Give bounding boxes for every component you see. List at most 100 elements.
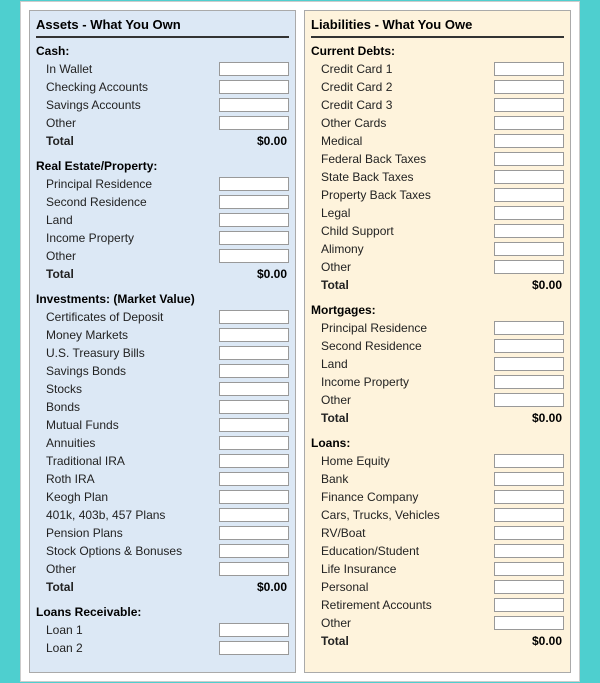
row-input-field[interactable] [219, 472, 289, 486]
row-input-field[interactable] [494, 544, 564, 558]
row-label: Education/Student [311, 544, 494, 558]
row-label: Bank [311, 472, 494, 486]
assets-header: Assets - What You Own [36, 17, 289, 38]
row-item: Bonds [36, 399, 289, 415]
row-input-field[interactable] [219, 364, 289, 378]
row-input-field[interactable] [494, 490, 564, 504]
row-item: Stock Options & Bonuses [36, 543, 289, 559]
row-input-field[interactable] [494, 260, 564, 274]
row-input-field[interactable] [494, 375, 564, 389]
section-2: Loans:Home EquityBankFinance CompanyCars… [311, 436, 564, 649]
row-input-field[interactable] [219, 80, 289, 94]
row-label: Savings Accounts [36, 98, 219, 112]
row-input-field[interactable] [494, 508, 564, 522]
row-item: Personal [311, 579, 564, 595]
row-input-field[interactable] [219, 454, 289, 468]
row-label: Property Back Taxes [311, 188, 494, 202]
row-input-field[interactable] [494, 454, 564, 468]
row-label: Pension Plans [36, 526, 219, 540]
total-value: $0.00 [219, 267, 289, 281]
row-input-field[interactable] [219, 508, 289, 522]
row-input-field[interactable] [219, 562, 289, 576]
row-item: Checking Accounts [36, 79, 289, 95]
row-input-field[interactable] [494, 393, 564, 407]
row-input-field[interactable] [219, 213, 289, 227]
row-item: Other [311, 259, 564, 275]
row-item: Savings Bonds [36, 363, 289, 379]
row-input-field[interactable] [494, 206, 564, 220]
row-item: Savings Accounts [36, 97, 289, 113]
row-input-field[interactable] [494, 80, 564, 94]
row-item: Money Markets [36, 327, 289, 343]
section-title-0: Current Debts: [311, 44, 564, 58]
row-input-field[interactable] [494, 62, 564, 76]
row-input-field[interactable] [219, 623, 289, 637]
row-input-field[interactable] [494, 98, 564, 112]
row-input-field[interactable] [219, 62, 289, 76]
section-1: Real Estate/Property:Principal Residence… [36, 159, 289, 282]
row-label: Personal [311, 580, 494, 594]
row-input-field[interactable] [494, 321, 564, 335]
row-item: Stocks [36, 381, 289, 397]
row-label: Principal Residence [311, 321, 494, 335]
row-label: Roth IRA [36, 472, 219, 486]
section-title-2: Loans: [311, 436, 564, 450]
section-0: Cash:In WalletChecking AccountsSavings A… [36, 44, 289, 149]
row-input-field[interactable] [219, 310, 289, 324]
row-item: Traditional IRA [36, 453, 289, 469]
row-input-field[interactable] [494, 580, 564, 594]
row-label: Bonds [36, 400, 219, 414]
row-label: Other [311, 616, 494, 630]
row-input-field[interactable] [494, 134, 564, 148]
row-item: Land [36, 212, 289, 228]
row-input-field[interactable] [494, 357, 564, 371]
row-item: Second Residence [36, 194, 289, 210]
row-item: Bank [311, 471, 564, 487]
row-input-field[interactable] [494, 598, 564, 612]
row-input-field[interactable] [494, 152, 564, 166]
row-label: Loan 2 [36, 641, 219, 655]
row-input-field[interactable] [494, 188, 564, 202]
row-item: Second Residence [311, 338, 564, 354]
row-input-field[interactable] [494, 224, 564, 238]
row-label: Total [36, 580, 219, 594]
row-label: Stocks [36, 382, 219, 396]
row-item: Income Property [36, 230, 289, 246]
row-input-field[interactable] [494, 116, 564, 130]
row-label: Life Insurance [311, 562, 494, 576]
row-input-field[interactable] [219, 526, 289, 540]
row-input-field[interactable] [219, 418, 289, 432]
row-input-field[interactable] [494, 339, 564, 353]
row-item: Finance Company [311, 489, 564, 505]
row-input-field[interactable] [494, 616, 564, 630]
row-input-field[interactable] [219, 400, 289, 414]
row-input-field[interactable] [219, 328, 289, 342]
row-label: Income Property [311, 375, 494, 389]
row-input-field[interactable] [219, 195, 289, 209]
row-item: RV/Boat [311, 525, 564, 541]
row-input-field[interactable] [219, 490, 289, 504]
row-input-field[interactable] [219, 116, 289, 130]
row-input-field[interactable] [494, 170, 564, 184]
section-title-3: Loans Receivable: [36, 605, 289, 619]
row-item: Total$0.00 [36, 266, 289, 282]
row-input-field[interactable] [219, 436, 289, 450]
row-input-field[interactable] [219, 249, 289, 263]
row-input-field[interactable] [219, 177, 289, 191]
row-input-field[interactable] [219, 346, 289, 360]
row-input-field[interactable] [219, 231, 289, 245]
row-item: Credit Card 2 [311, 79, 564, 95]
row-label: Certificates of Deposit [36, 310, 219, 324]
row-input-field[interactable] [219, 641, 289, 655]
row-input-field[interactable] [494, 562, 564, 576]
row-input-field[interactable] [494, 242, 564, 256]
row-input-field[interactable] [219, 544, 289, 558]
row-label: Total [36, 267, 219, 281]
row-input-field[interactable] [494, 472, 564, 486]
row-item: Cars, Trucks, Vehicles [311, 507, 564, 523]
row-input-field[interactable] [219, 98, 289, 112]
row-item: Total$0.00 [311, 633, 564, 649]
assets-sections: Cash:In WalletChecking AccountsSavings A… [36, 44, 289, 656]
row-input-field[interactable] [219, 382, 289, 396]
row-input-field[interactable] [494, 526, 564, 540]
